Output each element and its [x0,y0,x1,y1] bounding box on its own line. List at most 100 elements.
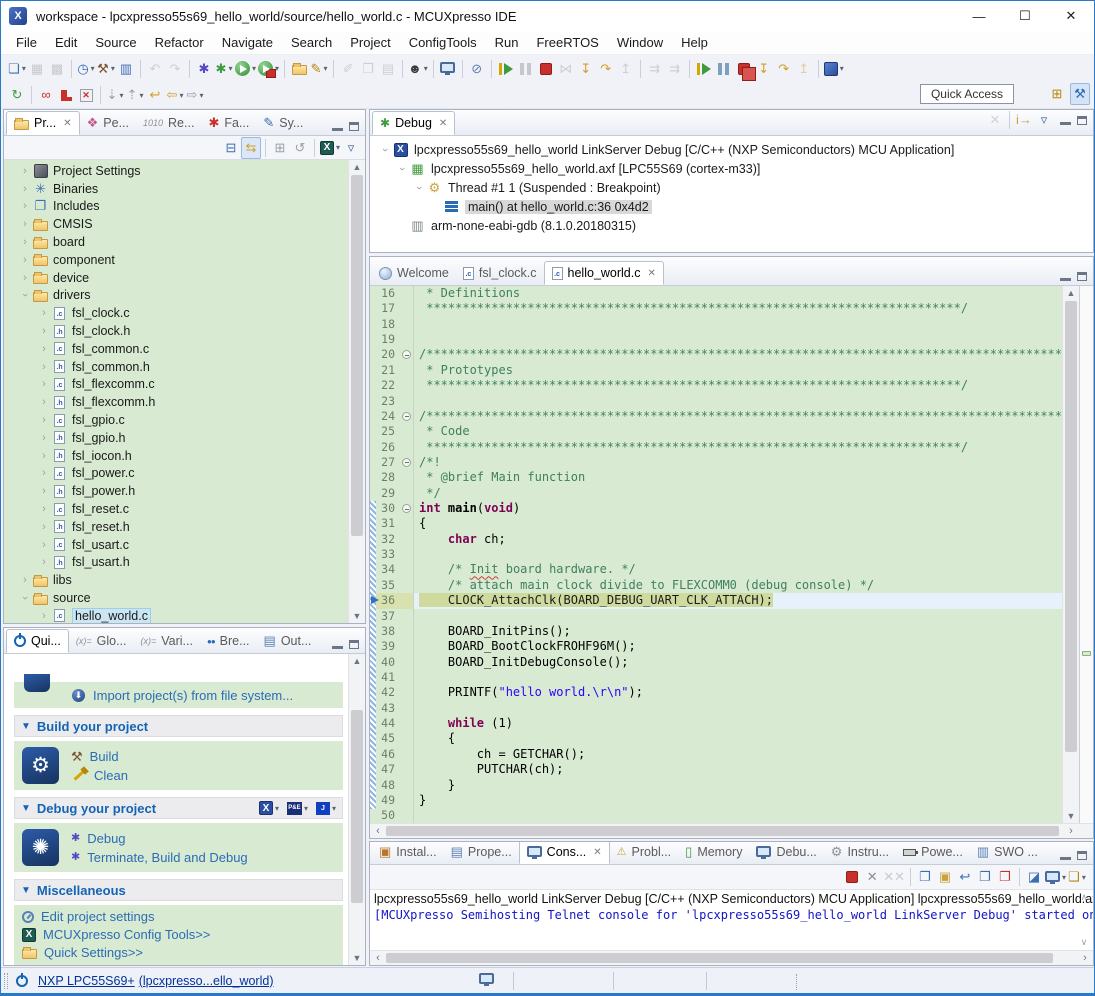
last-edit-location-icon[interactable]: ↩ [145,84,165,106]
dropdown-arrow-icon[interactable]: ▾ [323,64,327,73]
fold-gutter[interactable] [400,332,414,347]
fold-gutter[interactable] [400,470,414,485]
disconnect-icon[interactable]: ⋈ [556,58,576,80]
menu-item-configtools[interactable]: ConfigTools [400,32,486,53]
fold-gutter[interactable] [400,409,414,424]
menu-item-project[interactable]: Project [341,32,399,53]
close-icon[interactable]: ✕ [593,847,601,858]
chevron-expanded-icon[interactable]: › [19,591,31,605]
code-line-24[interactable]: 24/*************************************… [370,409,1062,424]
tree-item-includes[interactable]: ›❐Includes [4,198,348,216]
tree-item-fsl-usart-c[interactable]: ›.cfsl_usart.c [4,536,348,554]
link-server-icon[interactable]: ∞ [36,84,56,106]
develop-perspective-icon[interactable]: ⚒ [1070,83,1090,105]
tab-debug[interactable]: ✱ Debug ✕ [372,111,455,135]
scroll-down-icon[interactable]: ▼ [349,609,365,623]
stderr-change-icon[interactable]: ❐ [995,866,1015,888]
dropdown-arrow-icon[interactable]: ▾ [1082,873,1086,882]
fold-collapse-icon[interactable] [402,458,411,467]
console-output[interactable]: lpcxpresso55s69_hello_world LinkServer D… [370,890,1093,950]
fold-gutter[interactable] [400,609,414,624]
chevron-collapsed-icon[interactable]: › [37,378,51,390]
fold-gutter[interactable] [400,747,414,762]
minimize-view-icon[interactable] [1060,857,1071,860]
tree-item-fsl-clock-c[interactable]: ›.cfsl_clock.c [4,304,348,322]
collapse-section-icon[interactable]: ▼ [21,803,31,814]
fold-gutter[interactable] [400,455,414,470]
debug-node[interactable]: ▥arm-none-eabi-gdb (8.1.0.20180315) [370,216,1093,235]
link-editor-icon[interactable]: ⇆ [241,137,261,159]
search-icon[interactable]: ⊘ [467,58,487,80]
tab-explorer-pe[interactable]: ❖Pe... [80,111,136,135]
fold-gutter[interactable] [400,394,414,409]
view-menu-icon[interactable]: ▿ [341,137,361,159]
linkserver-icon[interactable]: X [259,801,273,815]
chevron-collapsed-icon[interactable]: › [37,361,51,373]
device-icon[interactable]: ▾ [823,58,845,80]
remove-launch-icon[interactable]: ✕ [862,866,882,888]
jlink-icon[interactable]: J [316,802,330,815]
tree-item-device[interactable]: ›device [4,269,348,287]
debug-node[interactable]: main() at hello_world.c:36 0x4d2 [370,197,1093,216]
tree-item-fsl-flexcomm-h[interactable]: ›.hfsl_flexcomm.h [4,393,348,411]
fold-gutter[interactable] [400,670,414,685]
next-annotation-icon[interactable]: ⇣▾ [105,84,125,106]
resume-icon[interactable] [496,58,516,80]
code-line-27[interactable]: 27/*! [370,455,1062,470]
debug-node[interactable]: ›Xlpcxpresso55s69_hello_world LinkServer… [370,140,1093,159]
quickstart-action-clean[interactable]: Clean [71,768,128,783]
show-source-icon[interactable]: ❐ [358,58,378,80]
collapse-all-icon[interactable]: ⊟ [221,137,241,159]
menu-item-freertos[interactable]: FreeRTOS [527,32,607,53]
code-line-35[interactable]: 35 /* attach main clock divide to FLEXCO… [370,578,1062,593]
overview-ruler[interactable] [1079,286,1093,823]
dropdown-arrow-icon[interactable]: ▾ [840,64,844,73]
tab-explorer-re[interactable]: 1010Re... [136,111,201,135]
tab-quickstart-vari[interactable]: (x)=Vari... [134,629,200,653]
code-line-49[interactable]: 49} [370,793,1062,808]
open-console-icon[interactable]: ❏▾ [1067,866,1087,888]
minimize-view-icon[interactable] [1060,278,1071,281]
fold-gutter[interactable] [400,593,414,608]
close-icon[interactable]: ✕ [63,118,71,129]
chevron-expanded-icon[interactable]: › [396,162,408,176]
chevron-expanded-icon[interactable]: › [379,143,391,157]
chevron-collapsed-icon[interactable]: › [37,450,51,462]
debug-node[interactable]: ›⚙Thread #1 1 (Suspended : Breakpoint) [370,178,1093,197]
fold-collapse-icon[interactable] [402,504,411,513]
tab-editor-fslclockc[interactable]: .cfsl_clock.c [456,261,544,285]
chevron-collapsed-icon[interactable]: › [37,539,51,551]
save-icon[interactable]: ▦ [27,58,47,80]
menu-item-navigate[interactable]: Navigate [213,32,282,53]
close-icon[interactable]: ✕ [648,268,656,279]
user-profile-icon[interactable]: ☻▾ [407,58,429,80]
chevron-expanded-icon[interactable]: › [413,181,425,195]
tree-item-fsl-iocon-h[interactable]: ›.hfsl_iocon.h [4,447,348,465]
tree-item-fsl-common-c[interactable]: ›.cfsl_common.c [4,340,348,358]
code-line-17[interactable]: 17 *************************************… [370,301,1062,316]
chevron-collapsed-icon[interactable]: › [37,432,51,444]
tree-item-drivers[interactable]: ›drivers [4,287,348,305]
restart-icon[interactable] [694,58,714,80]
tab-quickstart-qui[interactable]: Qui... [6,629,69,653]
step-return-all-icon[interactable]: ↥ [794,58,814,80]
device-link[interactable]: NXP LPC55S69+ [38,974,135,988]
terminate-all-icon[interactable] [734,58,754,80]
focus-frame-icon[interactable]: i→ [1014,109,1034,131]
section-header-build-your-project[interactable]: ▼Build your project [14,715,343,737]
dropdown-arrow-icon[interactable]: ▾ [22,64,26,73]
restart-debug-icon[interactable]: ↻ [7,84,27,106]
dropdown-arrow-icon[interactable]: ▾ [1062,873,1066,882]
fold-gutter[interactable] [400,655,414,670]
quickstart-action-debug[interactable]: ✱Debug [71,830,248,846]
code-line-29[interactable]: 29 */ [370,486,1062,501]
tree-item-fsl-reset-h[interactable]: ›.hfsl_reset.h [4,518,348,536]
dropdown-arrow-icon[interactable]: ▾ [119,91,123,100]
tab-console-instru[interactable]: ⚙Instru... [824,841,896,864]
display-console-icon[interactable]: ▾ [1044,866,1067,888]
tab-explorer-sy[interactable]: ✎Sy... [256,111,310,135]
tree-item-fsl-power-c[interactable]: ›.cfsl_power.c [4,465,348,483]
debug-node[interactable]: ›▦lpcxpresso55s69_hello_world.axf [LPC55… [370,159,1093,178]
remove-all-launches-icon[interactable]: ✕✕ [882,866,906,888]
code-line-18[interactable]: 18 [370,317,1062,332]
